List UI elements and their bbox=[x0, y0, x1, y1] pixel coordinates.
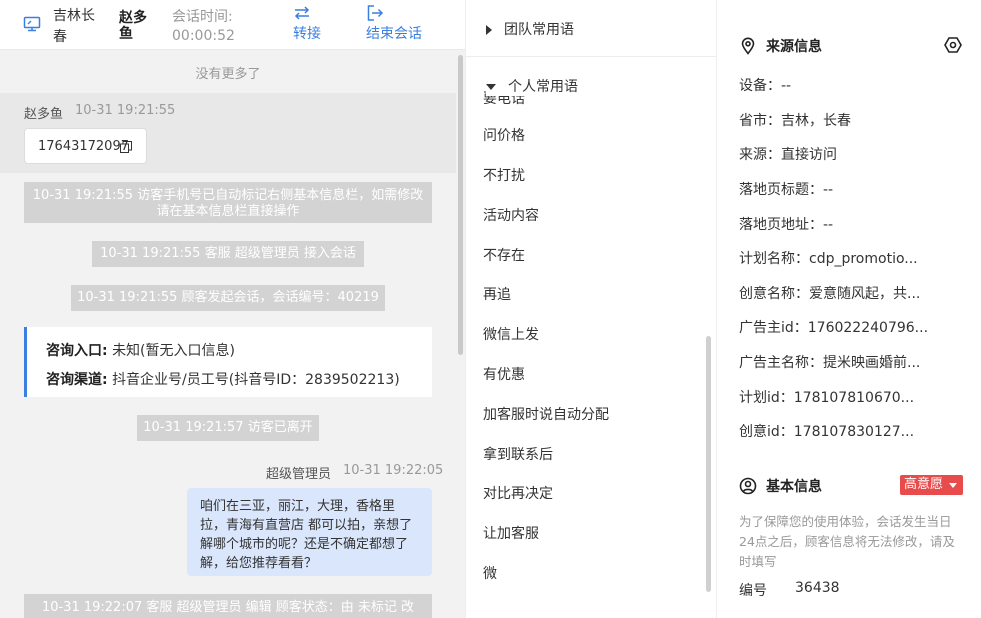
end-session-label: 结束会话 bbox=[366, 26, 422, 42]
divider bbox=[466, 56, 716, 57]
caret-down-icon bbox=[486, 84, 496, 90]
agent-name: 超级管理员 bbox=[266, 467, 332, 482]
source-province-city: 省市：吉林，长春 bbox=[739, 113, 851, 129]
personal-phrases-label: 个人常用语 bbox=[508, 79, 578, 95]
consult-channel-value: 抖音企业号/员工号(抖音号ID：2839502213) bbox=[112, 372, 400, 388]
intent-level-dropdown[interactable]: 高意愿 bbox=[900, 475, 963, 495]
agent-message-time: 10-31 19:22:05 bbox=[343, 463, 444, 478]
consult-channel-label: 咨询渠道: bbox=[46, 372, 108, 388]
phrase-item[interactable]: 微 bbox=[483, 563, 497, 583]
phrase-item[interactable]: 不存在 bbox=[483, 245, 525, 265]
consult-entry-value: 未知(暂无入口信息) bbox=[112, 343, 235, 359]
phrase-item[interactable]: 拿到联系后 bbox=[483, 444, 553, 464]
basic-info-label: 基本信息 bbox=[766, 479, 822, 495]
end-session-button[interactable]: 结束会话 bbox=[366, 4, 422, 44]
transfer-label: 转接 bbox=[293, 26, 321, 42]
phrase-scrollbar[interactable] bbox=[706, 336, 711, 592]
source-creative-name: 创意名称：爱意随风起，共... bbox=[739, 286, 921, 302]
copy-icon[interactable] bbox=[120, 141, 132, 153]
message-text: 17643172097 bbox=[38, 139, 129, 154]
phrase-item[interactable]: 微信上发 bbox=[483, 324, 539, 344]
visitor-message-bubble: 17643172097 bbox=[24, 128, 147, 164]
location-pin-icon bbox=[741, 37, 755, 55]
source-advertiser-name: 广告主名称：提米映画婚前... bbox=[739, 355, 921, 371]
message-time: 10-31 19:21:55 bbox=[75, 103, 176, 118]
chevron-down-icon bbox=[949, 483, 957, 488]
source-landing-title: 落地页标题：-- bbox=[739, 182, 834, 198]
phrase-item[interactable]: 问价格 bbox=[483, 125, 525, 145]
personal-phrases-group[interactable]: 个人常用语 bbox=[486, 76, 582, 96]
visitor-region: 吉林长春 bbox=[53, 8, 95, 45]
consult-entry-label: 咨询入口: bbox=[46, 343, 108, 359]
session-time-value: 00:00:52 bbox=[172, 28, 235, 44]
phrase-item[interactable]: 有优惠 bbox=[483, 364, 525, 384]
quick-phrases-panel: 团队常用语 个人常用语 要电话 问价格 不打扰 活动内容 不存在 再追 微信上发… bbox=[465, 0, 716, 618]
caret-right-icon bbox=[486, 25, 492, 35]
chat-header: 吉林长春 赵多鱼 会话时间: 00:00:52 转接 结束会话 bbox=[0, 0, 465, 50]
logout-icon bbox=[367, 5, 384, 21]
source-plan-name: 计划名称：cdp_promotio... bbox=[739, 251, 918, 267]
system-notice: 10-31 19:21:55 访客手机号已自动标记右侧基本信息栏，如需修改请在基… bbox=[24, 182, 432, 223]
system-notice: 10-31 19:21:57 访客已离开 bbox=[137, 415, 319, 441]
source-landing-url: 落地页地址：-- bbox=[739, 217, 834, 233]
no-more-hint: 没有更多了 bbox=[195, 67, 261, 82]
source-advertiser-id: 广告主id：176022240796... bbox=[739, 320, 929, 336]
chat-panel: 吉林长春 赵多鱼 会话时间: 00:00:52 转接 结束会话 没有更多了 赵多… bbox=[0, 0, 465, 618]
source-plan-id: 计划id：178107810670... bbox=[739, 390, 915, 406]
consult-info-card: 咨询入口: 未知(暂无入口信息) 咨询渠道: 抖音企业号/员工号(抖音号ID：2… bbox=[24, 327, 432, 397]
system-notice: 10-31 19:22:07 客服 超级管理员 编辑 顾客状态：由 未标记 改 bbox=[24, 594, 432, 618]
intent-level-label: 高意愿 bbox=[904, 477, 944, 492]
source-info-title: 来源信息 bbox=[739, 36, 822, 56]
phrase-item[interactable]: 活动内容 bbox=[483, 205, 539, 225]
customer-number-label: 编号 bbox=[739, 583, 767, 599]
transfer-button[interactable]: 转接 bbox=[293, 4, 321, 44]
phrase-item[interactable]: 加客服时说自动分配 bbox=[483, 404, 609, 424]
source-channel: 来源：直接访问 bbox=[739, 147, 837, 163]
phrase-item[interactable]: 对比再决定 bbox=[483, 483, 553, 503]
customer-number-value: 36438 bbox=[795, 580, 840, 596]
message-sender: 赵多鱼 bbox=[24, 107, 64, 122]
basic-info-note: 为了保障您的使用体验，会话发生当日24点之后，顾客信息将无法修改，请及时填写 bbox=[739, 514, 955, 569]
team-phrases-label: 团队常用语 bbox=[504, 22, 574, 38]
team-phrases-group[interactable]: 团队常用语 bbox=[486, 19, 574, 39]
session-time-label: 会话时间: bbox=[172, 9, 233, 25]
phrase-list: 要电话 问价格 不打扰 活动内容 不存在 再追 微信上发 有优惠 加客服时说自动… bbox=[466, 91, 716, 591]
source-device: 设备：-- bbox=[739, 78, 792, 94]
user-circle-icon bbox=[739, 477, 757, 495]
visitor-info-panel: 来源信息 设备：-- 省市：吉林，长春 来源：直接访问 落地页标题：-- 落地页… bbox=[716, 0, 981, 618]
settings-icon[interactable] bbox=[944, 36, 962, 54]
visitor-name: 赵多鱼 bbox=[119, 10, 147, 42]
phrase-item[interactable]: 不打扰 bbox=[483, 165, 525, 185]
phrase-item[interactable]: 让加客服 bbox=[483, 523, 539, 543]
chat-scrollbar[interactable] bbox=[458, 55, 463, 355]
transfer-icon bbox=[294, 6, 310, 20]
agent-message-bubble: 咱们在三亚，丽江，大理，香格里拉，青海有直营店 都可以拍，亲想了解哪个城市的呢？… bbox=[187, 488, 432, 576]
phrase-item[interactable]: 再追 bbox=[483, 284, 511, 304]
basic-info-title: 基本信息 bbox=[739, 476, 822, 496]
monitor-icon bbox=[23, 16, 41, 32]
system-notice: 10-31 19:21:55 顾客发起会话，会话编号：40219 bbox=[71, 285, 385, 311]
system-notice: 10-31 19:21:55 客服 超级管理员 接入会话 bbox=[92, 241, 364, 267]
source-info-label: 来源信息 bbox=[766, 39, 822, 55]
source-creative-id: 创意id：178107830127... bbox=[739, 424, 915, 440]
